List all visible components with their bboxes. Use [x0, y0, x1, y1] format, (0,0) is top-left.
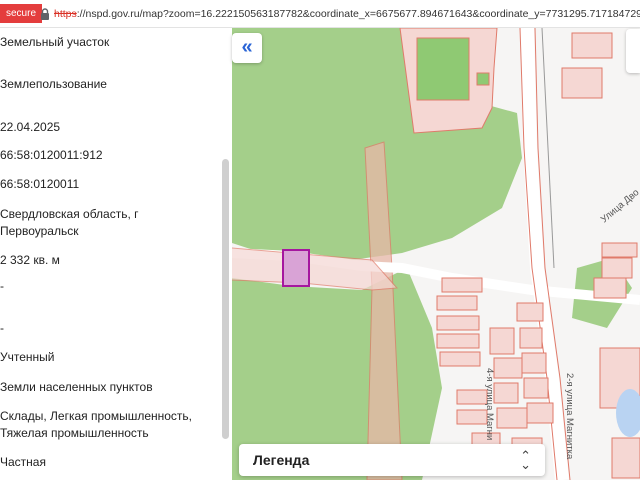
field-status: Учтенный [0, 350, 55, 364]
field-ownership: Частная [0, 455, 46, 469]
field-cadastral-number: 66:58:0120011:912 [0, 148, 103, 162]
secure-badge[interactable]: secure [0, 4, 43, 23]
field-dash-2: - [0, 321, 4, 335]
street-label-magnitka-2: 2-я улица Магнитка [564, 373, 575, 460]
legend-label: Легенда [253, 452, 310, 468]
collapse-panel-button[interactable]: « [232, 33, 262, 63]
field-land-category: Земли населенных пунктов [0, 380, 153, 394]
map-control-button[interactable] [626, 29, 640, 73]
field-object-type: Земельный участок [0, 35, 110, 49]
field-address: Свердловская область, г Первоуральск [0, 207, 139, 238]
small-field [476, 72, 490, 86]
map-canvas[interactable]: 4-я улица Магни 2-я улица Магнитка Улица… [232, 28, 640, 480]
legend-dropdown[interactable]: Легенда ⌃ ⌄ [239, 444, 545, 476]
url-path: ://nspd.gov.ru/map?zoom=16.2221505631877… [76, 8, 640, 20]
chevron-up-down-icon: ⌃ ⌄ [520, 448, 531, 472]
field-date: 22.04.2025 [0, 120, 61, 134]
field-dash-1: - [0, 279, 4, 293]
panel-scrollbar[interactable] [222, 159, 229, 439]
field-area: 2 332 кв. м [0, 253, 60, 267]
street-label-magnitka-4: 4-я улица Магни [484, 368, 495, 440]
selected-parcel[interactable] [282, 249, 310, 287]
url-text[interactable]: https://nspd.gov.ru/map?zoom=16.22215056… [54, 7, 640, 21]
field-permitted-use: Склады, Легкая промышленность, Тяжелая п… [0, 409, 192, 440]
field-kind: Землепользование [0, 77, 107, 91]
browser-address-bar[interactable]: secure https://nspd.gov.ru/map?zoom=16.2… [0, 0, 640, 28]
stadium-field [416, 37, 470, 101]
map-view[interactable]: 4-я улица Магни 2-я улица Магнитка Улица… [232, 28, 640, 480]
parcel-info-panel: Земельный участок Землепользование 22.04… [0, 28, 232, 480]
lock-icon [41, 8, 49, 20]
double-chevron-left-icon: « [241, 36, 253, 58]
field-cadastral-quarter: 66:58:0120011 [0, 177, 80, 191]
url-scheme: https [54, 8, 77, 20]
